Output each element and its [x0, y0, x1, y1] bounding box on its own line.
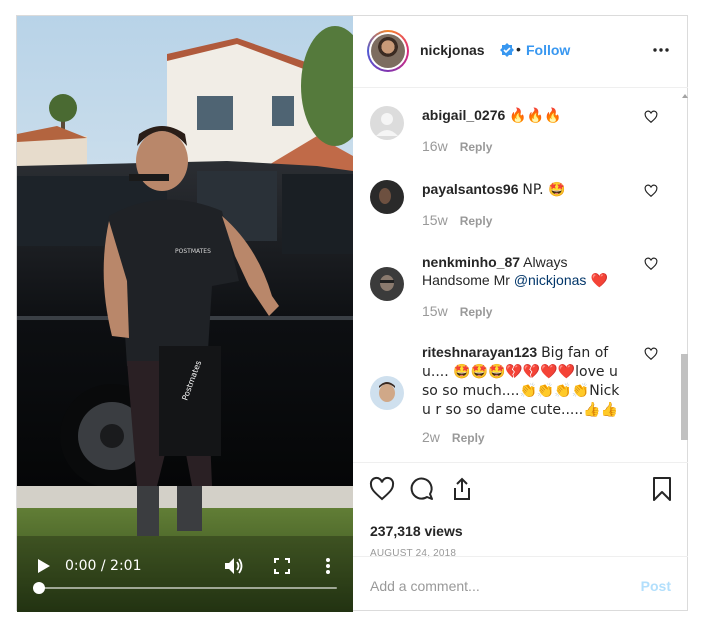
comment-meta: 15w Reply: [422, 303, 492, 319]
fullscreen-icon[interactable]: [271, 555, 293, 577]
video-progress-bar[interactable]: [33, 582, 337, 594]
comment-meta: 16w Reply: [422, 138, 492, 154]
more-options-icon[interactable]: [652, 42, 670, 58]
commenter-avatar[interactable]: [370, 376, 404, 410]
comment-meta: 2w Reply: [422, 429, 485, 445]
comment-age: 15w: [422, 212, 448, 228]
comments-list[interactable]: abigail_0276 🔥🔥🔥 16w Reply payalsantos96 …: [353, 88, 688, 462]
video-player[interactable]: Postmates POSTMATES 0:00 / 2:01: [17, 16, 353, 612]
commenter-avatar[interactable]: [370, 180, 404, 214]
commenter-avatar[interactable]: [370, 267, 404, 301]
shirt-logo-text: POSTMATES: [175, 248, 211, 255]
comment-icon[interactable]: [409, 476, 435, 502]
scroll-up-arrow-icon[interactable]: [682, 94, 688, 98]
reply-button[interactable]: Reply: [452, 431, 485, 445]
comment-text: NP. 🤩: [522, 182, 566, 198]
comments-scrollbar[interactable]: [680, 88, 688, 462]
comment-username[interactable]: payalsantos96: [422, 181, 519, 197]
bookmark-icon[interactable]: [649, 476, 675, 502]
comment-username[interactable]: nenkminho_87: [422, 254, 520, 270]
comment-meta: 15w Reply: [422, 212, 492, 228]
reply-button[interactable]: Reply: [460, 140, 493, 154]
scrollbar-thumb[interactable]: [681, 354, 688, 440]
heart-icon[interactable]: [369, 476, 395, 502]
post-comment-button[interactable]: Post: [641, 578, 671, 594]
comment-body: payalsantos96 NP. 🤩: [422, 180, 630, 199]
play-icon[interactable]: [33, 555, 55, 577]
reply-button[interactable]: Reply: [460, 214, 493, 228]
header-separator: •: [516, 41, 521, 57]
comment-username[interactable]: abigail_0276: [422, 107, 505, 123]
post-username[interactable]: nickjonas: [420, 42, 485, 58]
post-header: nickjonas • Follow: [353, 16, 688, 88]
comment-body: abigail_0276 🔥🔥🔥: [422, 106, 630, 125]
video-frame: Postmates POSTMATES: [17, 16, 353, 612]
comment-username[interactable]: riteshnarayan123: [422, 344, 537, 360]
comment-age: 15w: [422, 303, 448, 319]
comment-mention-link[interactable]: @nickjonas: [514, 272, 587, 288]
comment-body: riteshnarayan123 Big fan of u.... 🤩🤩🤩💔💔❤…: [422, 343, 630, 419]
comment-composer: Post: [353, 556, 688, 612]
instagram-post: Postmates POSTMATES 0:00 / 2:01 nickjona…: [16, 15, 688, 612]
reply-button[interactable]: Reply: [460, 305, 493, 319]
verified-badge-icon: [500, 43, 514, 57]
comment-text: 🔥🔥🔥: [509, 108, 562, 124]
comment-emoji: ❤️: [586, 273, 609, 289]
video-time: 0:00 / 2:01: [65, 558, 142, 574]
volume-icon[interactable]: [223, 555, 245, 577]
comment-body: nenkminho_87 Always Handsome Mr @nickjon…: [422, 253, 630, 290]
post-side-panel: nickjonas • Follow abigail_0276 🔥🔥🔥 16w …: [353, 16, 688, 612]
video-controls: 0:00 / 2:01: [17, 542, 353, 612]
view-count[interactable]: 237,318 views: [370, 523, 463, 539]
comment-like-icon[interactable]: [644, 110, 658, 124]
comment-age: 2w: [422, 429, 440, 445]
share-icon[interactable]: [449, 476, 475, 502]
comment-input[interactable]: [370, 577, 620, 595]
video-progress-knob[interactable]: [33, 582, 45, 594]
comment-like-icon[interactable]: [644, 347, 658, 361]
follow-button[interactable]: Follow: [526, 42, 570, 58]
comment-age: 16w: [422, 138, 448, 154]
avatar[interactable]: [367, 30, 409, 72]
post-actions: 237,318 views AUGUST 24, 2018 Post: [353, 462, 688, 612]
commenter-avatar[interactable]: [370, 106, 404, 140]
comment-like-icon[interactable]: [644, 184, 658, 198]
more-vertical-icon[interactable]: [317, 555, 339, 577]
comment-like-icon[interactable]: [644, 257, 658, 271]
